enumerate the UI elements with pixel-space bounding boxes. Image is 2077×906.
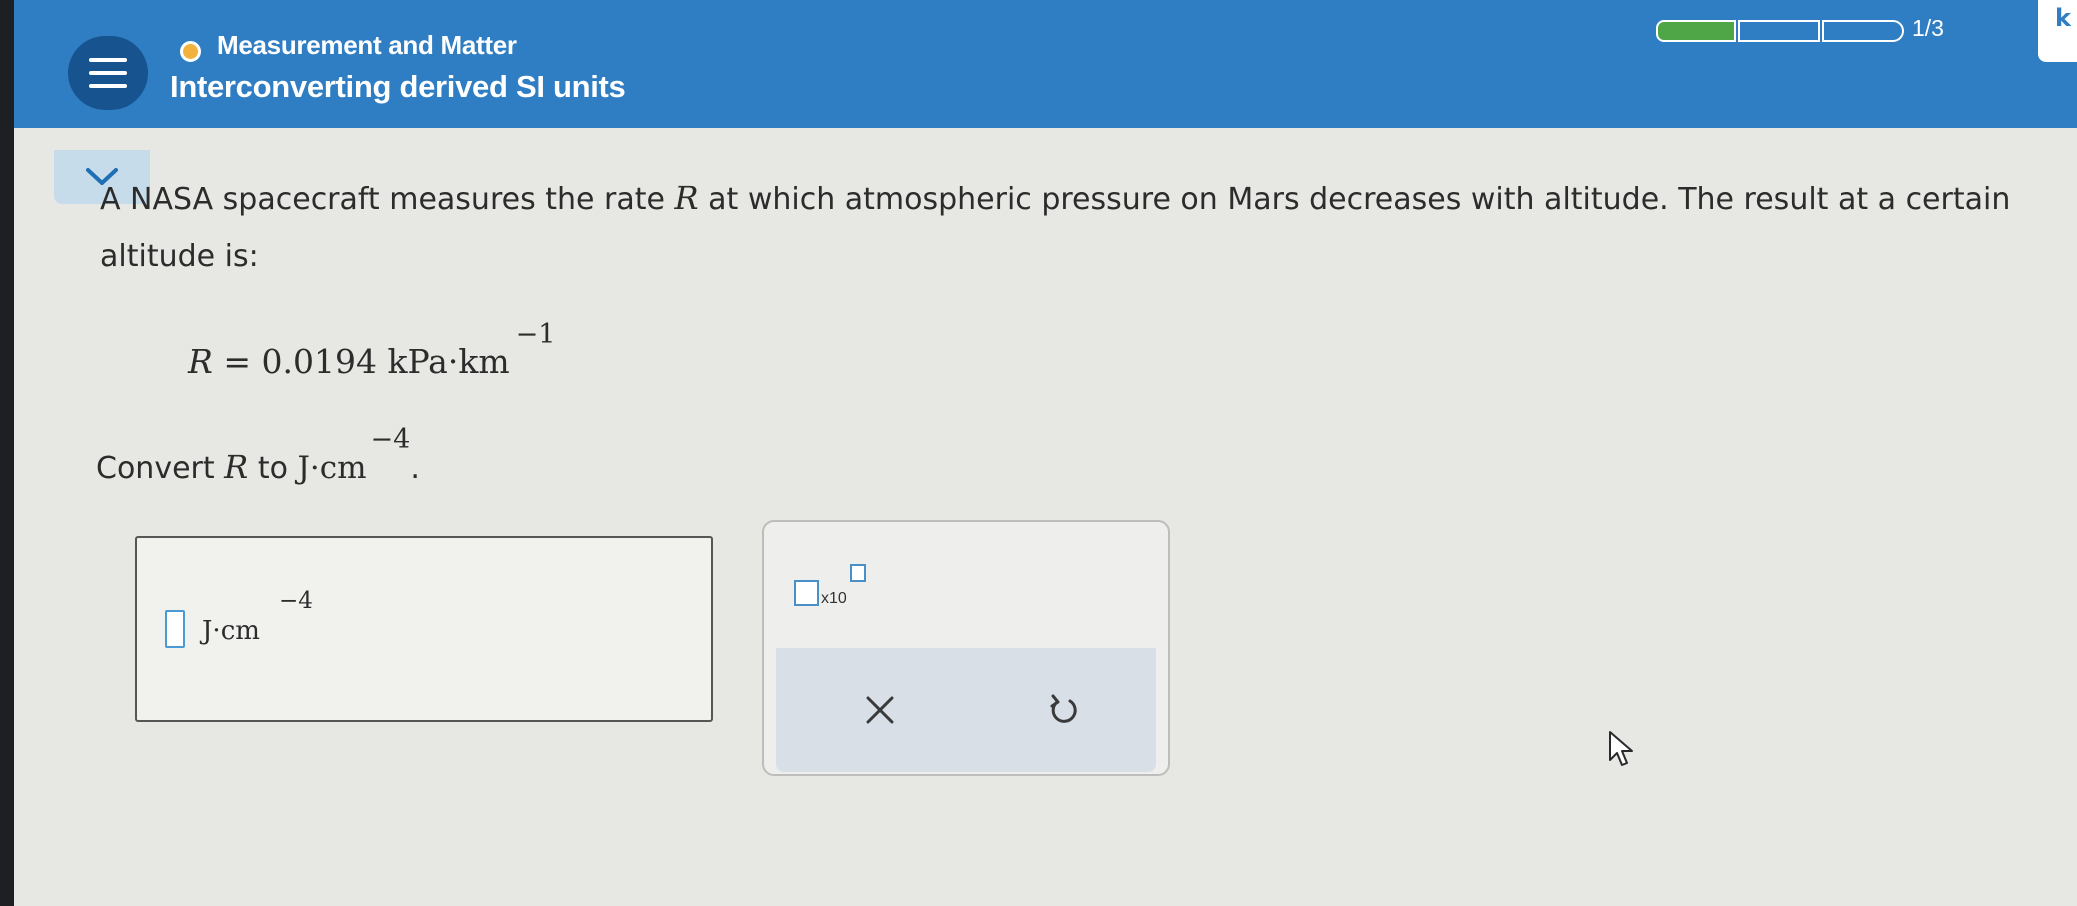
scientific-notation-button[interactable]: x10 — [794, 564, 866, 614]
answer-area: J·cm −4 — [135, 536, 713, 722]
undo-button[interactable] — [1040, 686, 1088, 734]
clear-button[interactable] — [856, 686, 904, 734]
mantissa-box-icon — [794, 580, 819, 606]
undo-icon — [1050, 694, 1077, 723]
given-formula: R = 0.0194 kPa·km−1 — [188, 319, 555, 381]
menu-button[interactable] — [68, 36, 148, 110]
formula-rhs: = 0.0194 kPa·km — [223, 342, 510, 381]
convert-suffix: . — [410, 451, 420, 486]
progress-segment — [1822, 20, 1904, 42]
menu-icon-bar — [89, 71, 127, 75]
tools-action-bar — [776, 648, 1156, 772]
convert-prefix: Convert — [96, 451, 215, 486]
convert-unit: J·cm — [297, 450, 367, 486]
side-tab-label: k — [2055, 4, 2071, 32]
side-panel-tab[interactable]: k — [2038, 0, 2077, 62]
progress-segment-complete — [1656, 20, 1736, 42]
progress-bar — [1656, 19, 1912, 43]
answer-unit: J·cm — [202, 616, 260, 646]
convert-exponent: −4 — [370, 424, 411, 455]
question-text: A NASA spacecraft measures the rate R at… — [100, 170, 2060, 285]
progress-label: 1/3 — [1912, 15, 1944, 41]
menu-icon-bar — [89, 84, 127, 88]
convert-variable: R — [224, 448, 249, 486]
close-icon — [866, 696, 894, 724]
topic-status-dot — [180, 41, 201, 62]
x10-label: x10 — [821, 590, 847, 607]
formula-lhs: R — [188, 342, 213, 381]
convert-instruction: Convert R to J·cm−4. — [96, 424, 420, 486]
formula-exponent: −1 — [515, 319, 556, 350]
screen-bezel — [0, 0, 14, 906]
menu-icon — [89, 58, 127, 62]
page-title: Interconverting derived SI units — [170, 69, 626, 104]
question-variable: R — [674, 179, 699, 217]
topic-name: Measurement and Matter — [217, 30, 517, 60]
exponent-box-icon — [850, 564, 866, 582]
mouse-pointer-icon — [1609, 731, 1633, 766]
answer-unit-exponent: −4 — [279, 588, 313, 614]
progress-segment — [1738, 20, 1820, 42]
convert-to: to — [257, 451, 288, 486]
question-intro: A NASA spacecraft measures the rate — [100, 182, 665, 217]
answer-input[interactable] — [165, 610, 185, 648]
math-tools-panel: x10 — [762, 520, 1170, 776]
